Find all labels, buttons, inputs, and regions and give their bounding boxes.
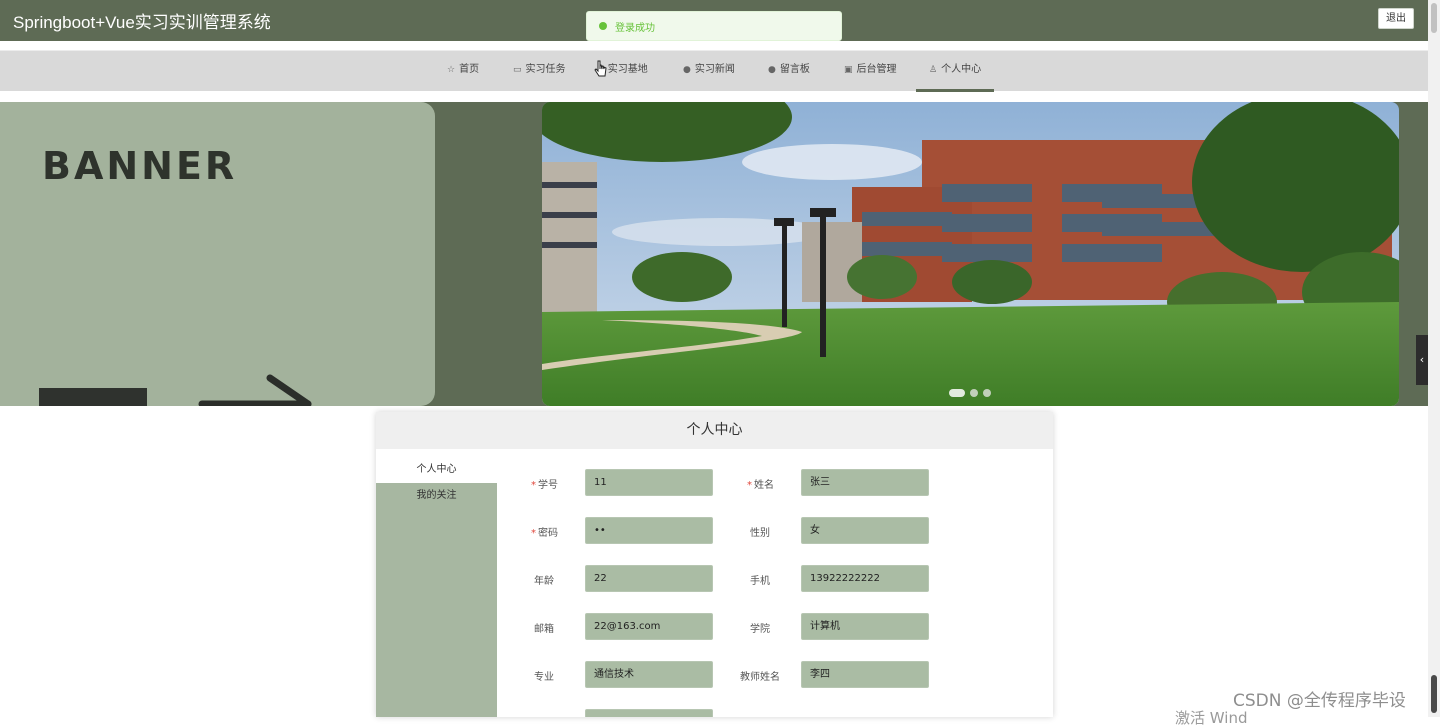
user-icon: ♙ [929,65,938,75]
email-field[interactable]: 22@163.com [585,613,713,640]
logout-button[interactable]: 退出 [1378,8,1414,29]
next-field[interactable] [585,709,713,717]
box-icon: ▣ [844,65,853,75]
teacher-label: 教师姓名 [740,672,780,683]
menu-item-follows[interactable]: 我的关注 [376,483,497,509]
student-id-field[interactable]: 11 [585,469,713,496]
nav-item-messages[interactable]: ● 留言板 [768,51,810,92]
college-label: 学院 [750,624,770,635]
age-field[interactable]: 22 [585,565,713,592]
banner-card: BANNER [0,102,435,406]
panel-title: 个人中心 [376,412,1053,449]
nav-label: 后台管理 [856,64,897,75]
gender-label: 性别 [750,528,770,539]
student-id-label: * 学号 [531,480,558,491]
major-label: 专业 [534,672,554,683]
briefcase-icon: ▭ [513,65,522,75]
watermark: CSDN @全传程序毕设 [1233,691,1406,711]
star-icon: ☆ [447,65,456,75]
phone-field[interactable]: 13922222222 [801,565,929,592]
carousel-indicators [949,389,991,397]
info-icon: ● [768,65,776,75]
phone-label: 手机 [750,576,770,587]
nav-label: 首页 [459,64,480,75]
carousel-dot[interactable] [983,389,991,397]
profile-panel: 个人中心 个人中心 我的关注 * 学号 11 * 姓名 张三 * 密码 •• 性别 女… [376,412,1053,717]
gender-field[interactable]: 女 [801,517,929,544]
app-title: Springboot+Vue实习实训管理系统 [13,13,271,32]
question-icon: ● [683,65,691,75]
carousel-dot[interactable] [949,389,965,397]
chevron-left-icon[interactable]: ‹ [1416,335,1428,385]
toast-message: 登录成功 [615,22,655,34]
nav-label: 个人中心 [941,64,982,75]
main-nav: ☆首页 ▭实习任务 ⌂实习基地 ●实习新闻 ●留言板 ▣后台管理 ♙个人中心 [0,50,1428,92]
password-field[interactable]: •• [585,517,713,544]
hand-cursor-icon [594,60,607,77]
nav-item-tasks[interactable]: ▭ 实习任务 [513,51,566,92]
nav-label: 留言板 [779,64,810,75]
name-field[interactable]: 张三 [801,469,929,496]
success-icon [599,22,607,30]
menu-item-profile[interactable]: 个人中心 [376,457,497,483]
major-field[interactable]: 通信技术 [585,661,713,688]
nav-item-news[interactable]: ● 实习新闻 [683,51,735,92]
age-label: 年龄 [534,576,554,587]
success-toast: 登录成功 [586,11,842,41]
email-label: 邮箱 [534,624,554,635]
scrollbar-thumb[interactable] [1431,3,1437,33]
nav-label: 实习基地 [607,64,648,75]
name-label: * 姓名 [747,480,774,491]
profile-menu: 个人中心 我的关注 [376,457,497,717]
password-label: * 密码 [531,528,558,539]
carousel-dot[interactable] [970,389,978,397]
nav-item-admin[interactable]: ▣ 后台管理 [844,51,897,92]
activation-watermark: 激活 Wind [1175,709,1248,727]
nav-item-home[interactable]: ☆ 首页 [447,51,479,92]
teacher-field[interactable]: 李四 [801,661,929,688]
campus-photo [542,102,1399,406]
nav-label: 实习新闻 [694,64,735,75]
nav-label: 实习任务 [525,64,566,75]
nav-item-profile[interactable]: ♙ 个人中心 [916,51,994,92]
banner-word: BANNER [42,144,238,188]
banner-carousel[interactable]: BANNER [0,102,1428,406]
page-scrollbar[interactable] [1428,0,1440,717]
college-field[interactable]: 计算机 [801,613,929,640]
arrow-right-icon [198,374,312,406]
banner-bar [39,388,147,406]
scrollbar-thumb-lower[interactable] [1431,675,1437,713]
